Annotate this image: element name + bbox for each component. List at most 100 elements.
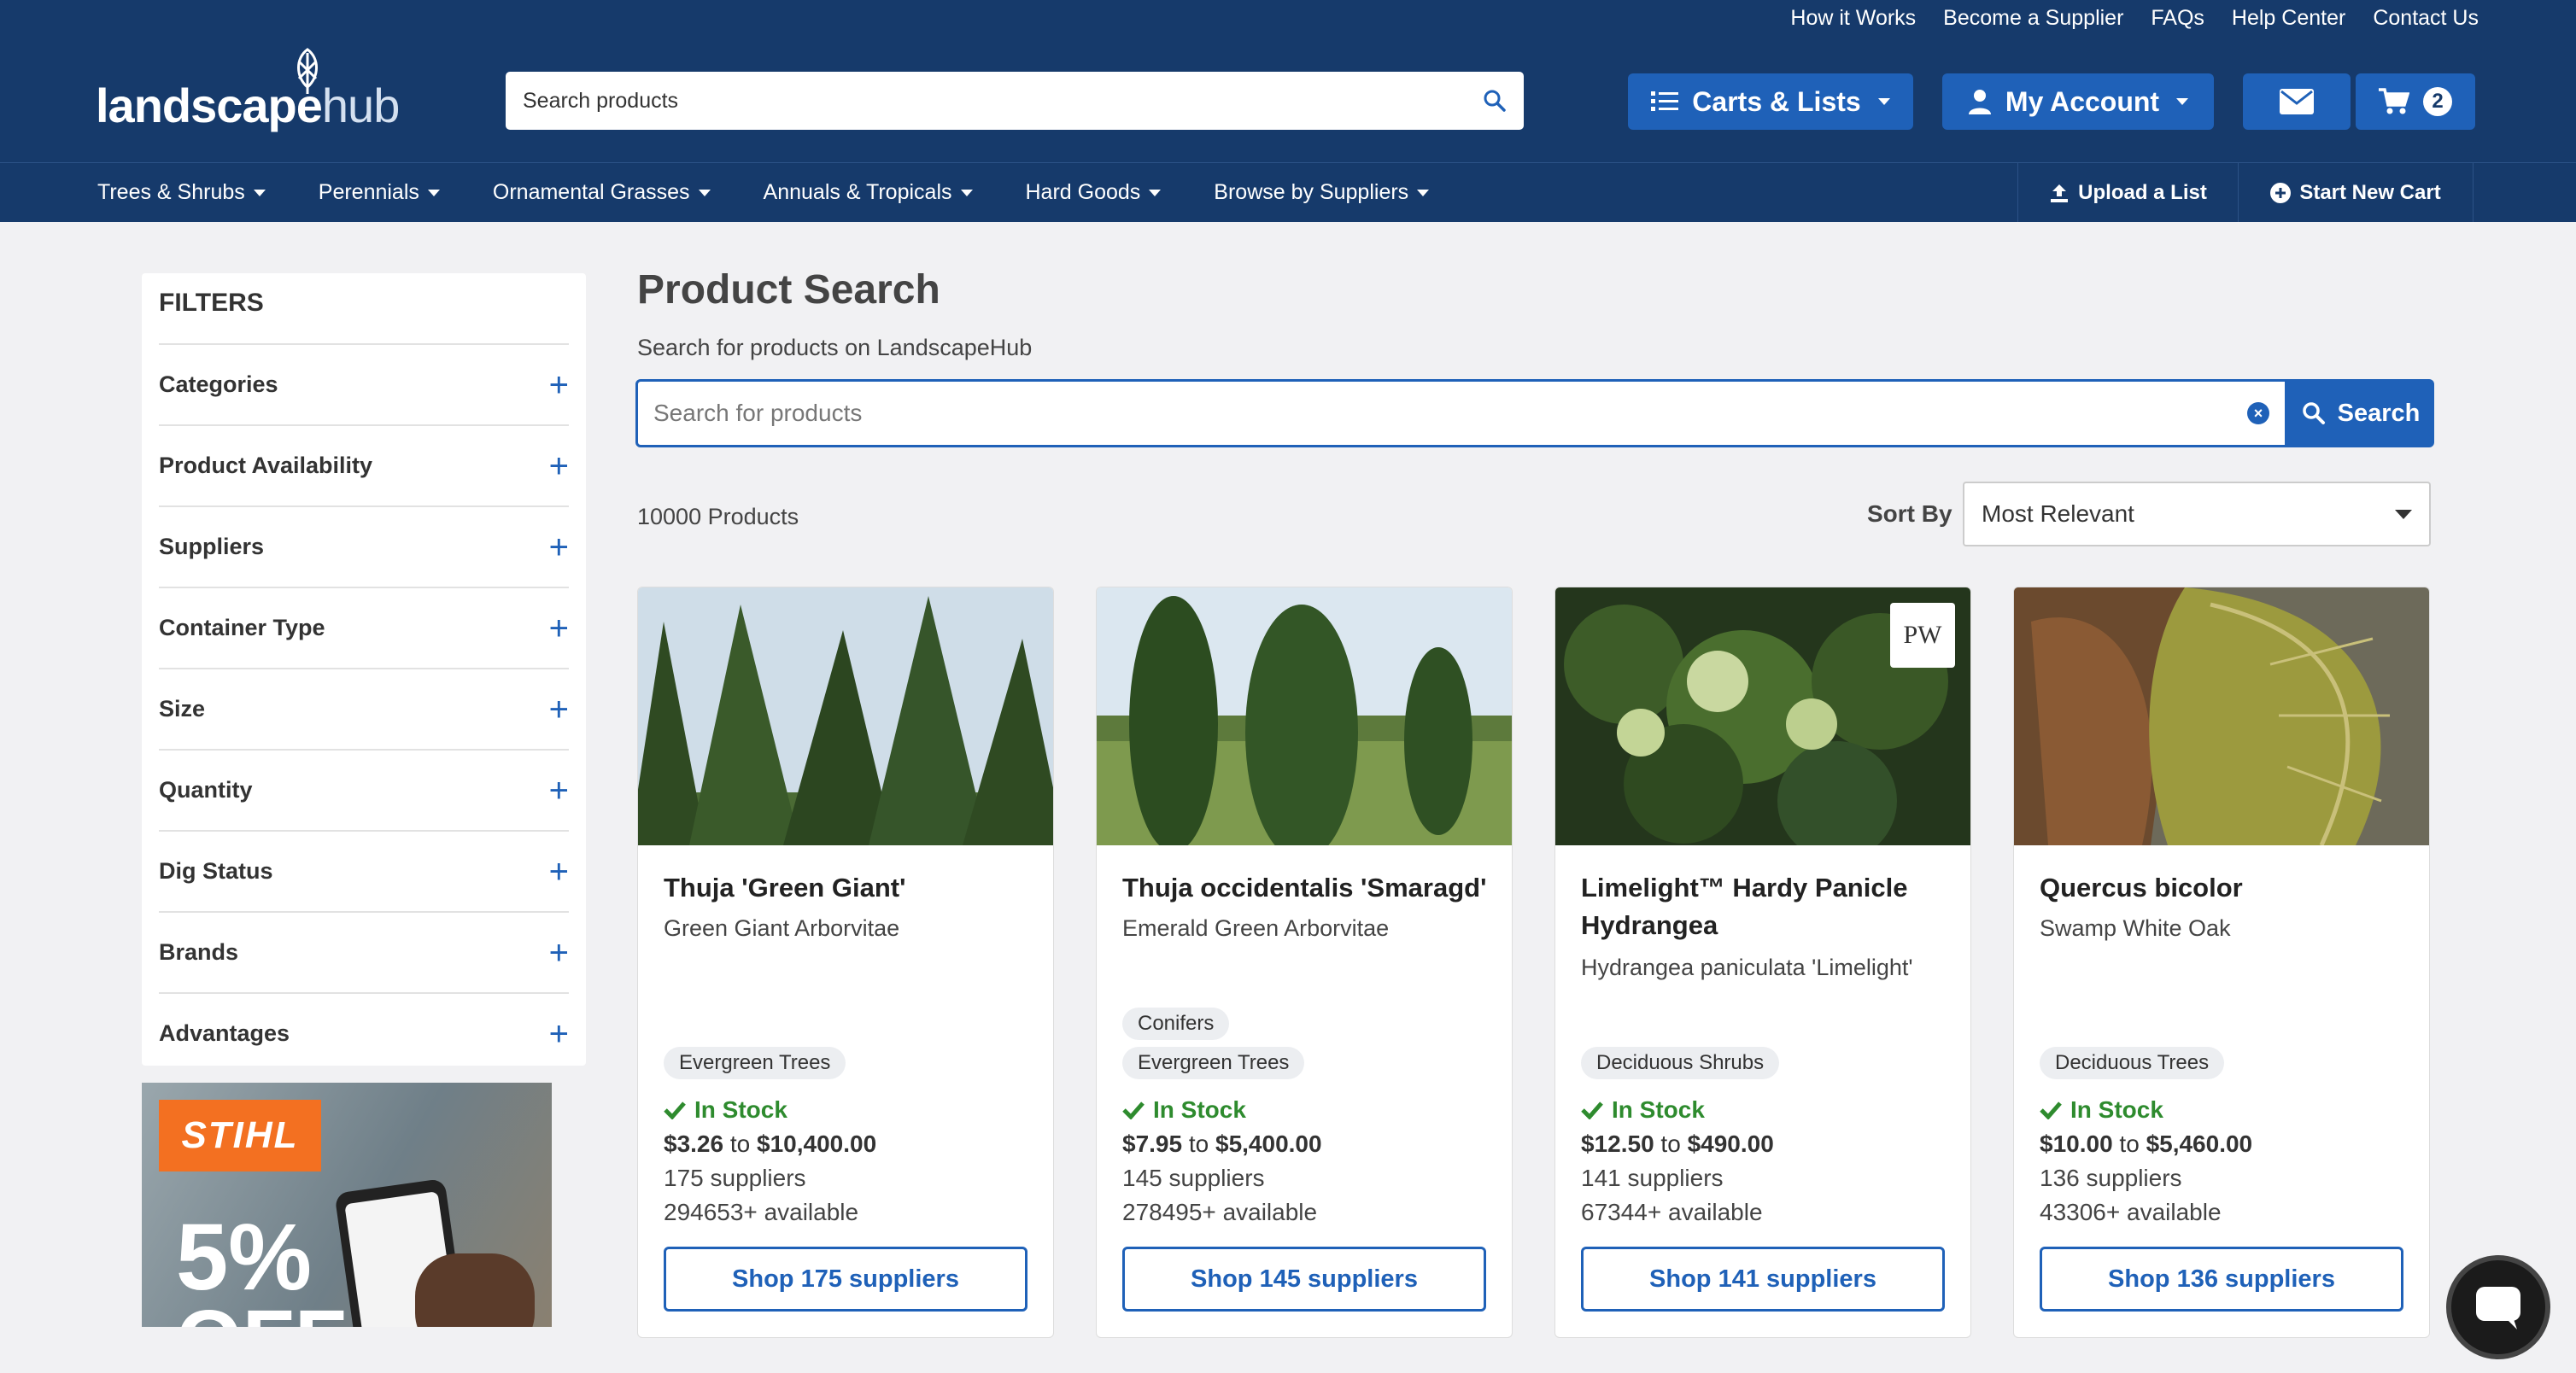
nav-label: Hard Goods [1025,180,1141,204]
category-tag: Deciduous Trees [2040,1047,2225,1079]
upload-list-button[interactable]: Upload a List [2017,163,2238,222]
shop-suppliers-button[interactable]: Shop 145 suppliers [1122,1247,1486,1312]
sort-select[interactable]: Most Relevant [1963,482,2431,546]
plus-icon: + [548,447,569,485]
my-account-label: My Account [2005,85,2160,117]
utility-nav: How it Works Become a Supplier FAQs Help… [1790,3,2479,32]
category-tag: Evergreen Trees [664,1047,846,1079]
check-icon [1122,1101,1145,1119]
how-it-works-link[interactable]: How it Works [1790,6,1916,31]
nav-ornamental-grasses[interactable]: Ornamental Grasses [493,180,711,205]
nav-annuals-tropicals[interactable]: Annuals & Tropicals [764,180,973,205]
clear-search-icon[interactable]: × [2247,402,2269,424]
check-icon [1581,1101,1603,1119]
product-image-arborvitae[interactable] [638,587,1053,845]
product-image-hydrangea[interactable]: PW [1555,587,1970,845]
chevron-down-icon [2395,509,2412,519]
nav-hard-goods[interactable]: Hard Goods [1026,180,1162,205]
start-new-cart-button[interactable]: Start New Cart [2238,163,2474,222]
product-card[interactable]: Thuja 'Green Giant' Green Giant Arborvit… [637,587,1054,1338]
caret-down-icon [253,189,266,196]
product-card[interactable]: Thuja occidentalis 'Smaragd' Emerald Gre… [1096,587,1513,1338]
product-name[interactable]: Quercus bicolor [2040,869,2415,907]
plus-icon: + [548,609,569,647]
filter-categories[interactable]: Categories + [159,343,569,424]
nav-perennials[interactable]: Perennials [319,180,440,205]
category-nav: Trees & Shrubs Perennials Ornamental Gra… [0,162,2576,222]
promo-banner[interactable]: STIHL 5% OFF [142,1083,552,1327]
nav-label: Ornamental Grasses [492,180,690,204]
help-center-link[interactable]: Help Center [2232,6,2345,31]
filter-suppliers[interactable]: Suppliers + [159,505,569,587]
filter-advantages[interactable]: Advantages + [159,992,569,1073]
product-search-bar[interactable]: × [635,379,2287,447]
filter-label: Product Availability [159,453,373,478]
product-common-name: Swamp White Oak [2040,915,2231,941]
carts-lists-button[interactable]: Carts & Lists [1628,73,1913,130]
page-subtitle: Search for products on LandscapeHub [637,335,1033,360]
plus-circle-icon [2270,182,2292,203]
cart-button[interactable]: 2 [2356,73,2475,130]
product-image-oak-leaf[interactable] [2014,587,2429,845]
shopping-cart-icon [2379,88,2409,114]
filter-dig-status[interactable]: Dig Status + [159,830,569,911]
plus-icon: + [548,933,569,972]
promo-headline: 5% [176,1205,312,1310]
price-range: $7.95 to $5,400.00 [1122,1131,1322,1158]
caret-down-icon [960,189,973,196]
shop-suppliers-button[interactable]: Shop 141 suppliers [1581,1247,1945,1312]
plus-icon: + [548,771,569,809]
price-to: to [729,1131,751,1157]
category-tag: Conifers [1122,1008,1230,1040]
search-button[interactable]: Search [2287,379,2434,447]
site-logo[interactable]: landscapehub [94,44,401,138]
faqs-link[interactable]: FAQs [2151,6,2204,31]
price-range: $12.50 to $490.00 [1581,1131,1774,1158]
price-low: $12.50 [1581,1131,1654,1157]
filter-quantity[interactable]: Quantity + [159,749,569,830]
hand-image [415,1253,535,1327]
nav-browse-suppliers[interactable]: Browse by Suppliers [1214,180,1430,205]
filter-brands[interactable]: Brands + [159,911,569,992]
header-search-input[interactable] [523,88,1483,114]
shop-suppliers-button[interactable]: Shop 136 suppliers [2040,1247,2403,1312]
header-search-bar[interactable] [506,72,1524,130]
product-card[interactable]: Quercus bicolor Swamp White Oak Deciduou… [2013,587,2430,1338]
category-tag: Deciduous Shrubs [1581,1047,1780,1079]
messages-button[interactable] [2243,73,2351,130]
filter-container-type[interactable]: Container Type + [159,587,569,668]
supplier-count: 141 suppliers [1581,1165,1724,1191]
chat-widget-button[interactable] [2446,1255,2550,1359]
filter-label: Suppliers [159,534,265,559]
contact-us-link[interactable]: Contact Us [2373,6,2479,31]
price-to: to [1660,1131,1681,1157]
proven-winners-badge: PW [1890,603,1955,668]
sort-value: Most Relevant [1982,500,2134,527]
filter-product-availability[interactable]: Product Availability + [159,424,569,505]
page-title: Product Search [637,267,940,313]
become-supplier-link[interactable]: Become a Supplier [1943,6,2123,31]
stock-status: In Stock [664,1096,787,1124]
product-name[interactable]: Thuja 'Green Giant' [664,869,1039,907]
product-search-input[interactable] [653,400,2247,427]
chevron-down-icon [1877,98,1890,105]
filter-size[interactable]: Size + [159,668,569,749]
stock-label: In Stock [2070,1096,2163,1123]
my-account-button[interactable]: My Account [1942,73,2214,130]
price-low: $10.00 [2040,1131,2113,1157]
stock-status: In Stock [1581,1096,1705,1124]
list-icon [1651,91,1679,111]
product-name[interactable]: Thuja occidentalis 'Smaragd' [1122,869,1498,907]
chat-bubble-icon [2476,1287,2520,1329]
product-card[interactable]: PW Limelight™ Hardy Panicle Hydrangea Hy… [1554,587,1971,1338]
price-high: $5,460.00 [2146,1131,2253,1157]
product-name[interactable]: Limelight™ Hardy Panicle Hydrangea [1581,869,1957,944]
nav-label: Trees & Shrubs [97,180,245,204]
product-image-emerald-arborvitae[interactable] [1097,587,1512,845]
available-quantity: 67344+ available [1581,1199,1763,1225]
nav-label: Browse by Suppliers [1214,180,1409,204]
nav-trees-shrubs[interactable]: Trees & Shrubs [97,180,266,205]
shop-suppliers-button[interactable]: Shop 175 suppliers [664,1247,1027,1312]
product-common-name: Green Giant Arborvitae [664,915,900,941]
search-icon[interactable] [1483,89,1507,113]
